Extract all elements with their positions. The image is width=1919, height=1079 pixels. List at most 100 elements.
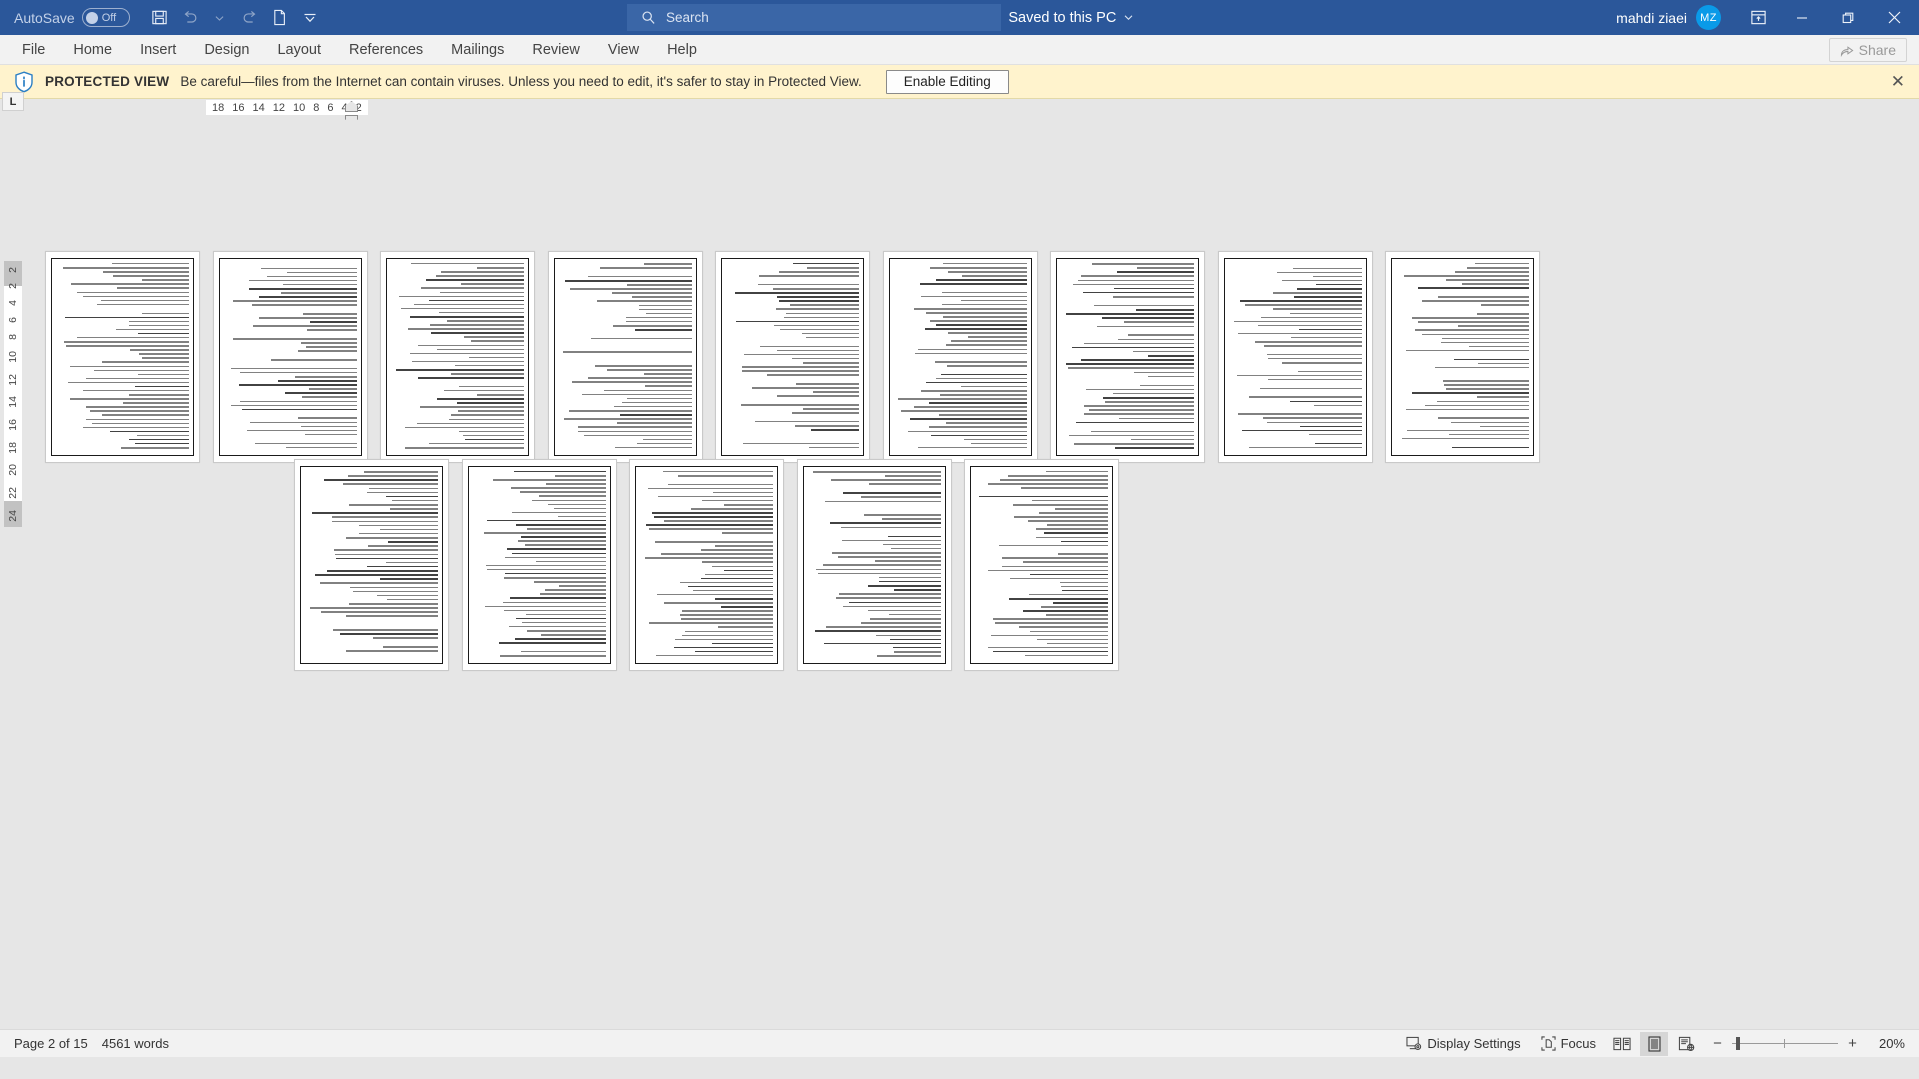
text-line (391, 499, 438, 502)
redo-icon[interactable] (236, 5, 264, 31)
text-line (1315, 442, 1362, 444)
text-line (988, 569, 1108, 572)
text-line (1309, 433, 1362, 436)
ribbon-display-options-icon[interactable] (1737, 0, 1779, 35)
tab-review[interactable]: Review (518, 35, 594, 65)
text-line (802, 332, 859, 335)
text-line (814, 630, 941, 632)
zoom-slider[interactable] (1732, 1037, 1838, 1050)
text-line (1047, 524, 1108, 526)
close-icon[interactable] (1871, 0, 1917, 35)
tab-help[interactable]: Help (653, 35, 711, 65)
text-line (515, 638, 606, 640)
share-button[interactable]: Share (1828, 38, 1907, 62)
text-line (967, 336, 1027, 338)
undo-dropdown-icon[interactable] (206, 5, 234, 31)
page-thumbnail[interactable] (1050, 251, 1205, 463)
text-line (1123, 321, 1194, 323)
page-thumbnail[interactable] (629, 459, 784, 671)
page-thumbnail[interactable] (380, 251, 535, 463)
autosave-toggle[interactable]: Off (81, 8, 130, 27)
tab-view[interactable]: View (594, 35, 653, 65)
tab-design[interactable]: Design (190, 35, 263, 65)
text-line (1453, 358, 1529, 361)
page-thumbnail[interactable] (796, 459, 952, 671)
tab-file[interactable]: File (8, 35, 59, 65)
text-line (441, 271, 524, 273)
save-icon[interactable] (146, 5, 174, 31)
focus-button[interactable]: Focus (1531, 1032, 1606, 1056)
user-name[interactable]: mahdi ziaei (1616, 10, 1687, 26)
zoom-slider-midpoint (1784, 1039, 1785, 1048)
restore-icon[interactable] (1825, 0, 1871, 35)
text-line (128, 394, 189, 396)
enable-editing-button[interactable]: Enable Editing (885, 69, 1009, 94)
tab-home[interactable]: Home (59, 35, 126, 65)
zoom-control[interactable]: − + 20% (1712, 1035, 1905, 1052)
page-thumbnail[interactable] (547, 251, 703, 463)
saved-location-dropdown-icon[interactable] (1124, 14, 1133, 21)
tab-mailings[interactable]: Mailings (437, 35, 518, 65)
minimize-icon[interactable] (1779, 0, 1825, 35)
web-layout-icon[interactable] (1672, 1032, 1700, 1056)
text-line (1237, 374, 1362, 377)
page-row-second (294, 459, 1119, 671)
text-line (68, 381, 189, 384)
tab-insert[interactable]: Insert (126, 35, 190, 65)
page-thumbnail[interactable] (212, 251, 368, 463)
text-line (135, 443, 189, 445)
text-line (570, 288, 692, 290)
print-layout-icon[interactable] (1640, 1031, 1668, 1056)
avatar[interactable]: MZ (1696, 5, 1721, 30)
text-line (557, 515, 606, 518)
page-thumbnail[interactable] (461, 459, 617, 671)
tab-selector-button[interactable]: L (2, 92, 24, 111)
search-box[interactable]: Search (627, 4, 1001, 31)
text-line (883, 543, 941, 546)
horizontal-ruler[interactable]: L 18 16 14 12 10 8 6 4 2 (0, 92, 1919, 123)
saved-location-status[interactable]: Saved to this PC (1008, 10, 1116, 26)
undo-icon[interactable] (176, 5, 204, 31)
text-line (1036, 638, 1108, 641)
text-line (116, 328, 189, 331)
zoom-in-button[interactable]: + (1847, 1035, 1858, 1052)
document-canvas[interactable]: 2 2 4 6 8 10 12 14 16 18 20 22 24 (0, 121, 1919, 1029)
ruler-tick: 16 (232, 101, 245, 114)
page-thumbnail[interactable] (45, 251, 200, 463)
text-line (645, 524, 773, 526)
text-line (700, 549, 773, 551)
text-line (1277, 271, 1362, 274)
vertical-ruler[interactable]: 2 2 4 6 8 10 12 14 16 18 20 22 24 (4, 121, 22, 1029)
display-settings-button[interactable]: Display Settings (1396, 1032, 1530, 1056)
ruler-tick: 14 (252, 101, 265, 114)
page-thumbnail[interactable] (1217, 251, 1373, 463)
text-line (1113, 296, 1194, 298)
read-mode-icon[interactable] (1608, 1032, 1636, 1056)
text-line (613, 325, 692, 327)
tab-layout[interactable]: Layout (263, 35, 335, 65)
text-line (450, 414, 524, 416)
text-line (1255, 341, 1362, 343)
text-line (935, 377, 1027, 380)
close-banner-icon[interactable]: ✕ (1891, 73, 1905, 90)
text-line (1451, 446, 1529, 449)
page-thumbnail[interactable] (294, 459, 449, 671)
zoom-level[interactable]: 20% (1871, 1036, 1905, 1051)
text-line (724, 504, 773, 506)
text-line (439, 311, 524, 314)
word-count[interactable]: 4561 words (102, 1036, 169, 1051)
customize-quick-access-icon[interactable] (296, 5, 324, 31)
text-line (91, 422, 189, 425)
page-indicator[interactable]: Page 2 of 15 (14, 1036, 88, 1051)
page-thumbnail[interactable] (964, 459, 1119, 671)
autosave-control[interactable]: AutoSave Off (14, 8, 130, 27)
page-thumbnails-area[interactable] (28, 121, 1919, 1029)
zoom-slider-handle[interactable] (1736, 1037, 1740, 1050)
page-thumbnail[interactable] (715, 251, 870, 463)
tab-references[interactable]: References (335, 35, 437, 65)
zoom-out-button[interactable]: − (1712, 1035, 1723, 1052)
page-thumbnail[interactable] (1385, 251, 1540, 463)
new-document-icon[interactable] (266, 5, 294, 31)
page-thumbnail[interactable] (882, 251, 1038, 463)
text-line (1258, 324, 1362, 327)
